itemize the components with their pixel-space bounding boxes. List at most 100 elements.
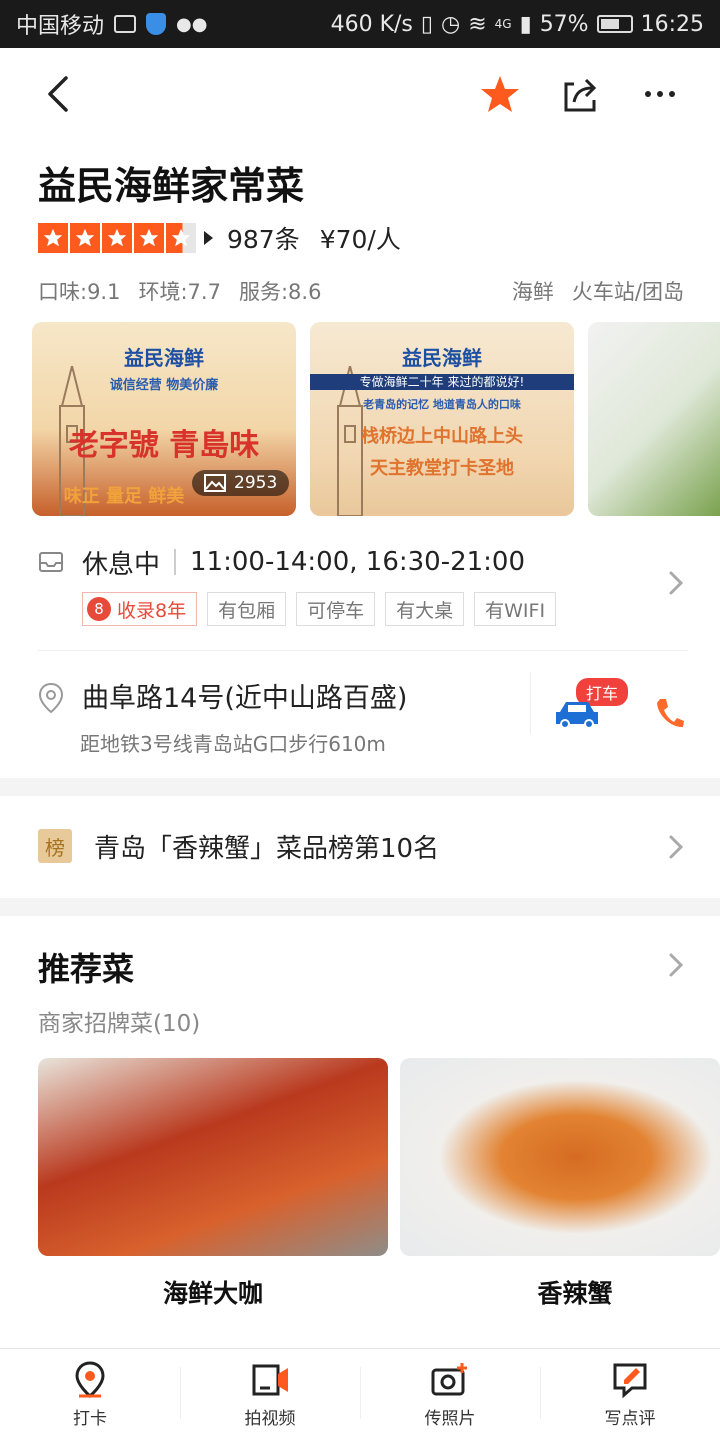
bottom-label: 拍视频 bbox=[244, 1409, 296, 1429]
star-rating bbox=[38, 223, 196, 253]
photo-gallery[interactable]: 益民海鲜 诚信经营 物美价廉 老字號 青島味 味正 量足 鲜美 2953 益民海… bbox=[32, 322, 720, 518]
carrier-label: 中国移动 bbox=[16, 14, 105, 39]
section-gap bbox=[0, 778, 720, 796]
image-icon bbox=[204, 474, 226, 492]
clock: 16:25 bbox=[640, 11, 704, 37]
tag-parking: 可停车 bbox=[296, 592, 376, 626]
wechat-icon: ●● bbox=[176, 13, 208, 35]
area-label[interactable]: 火车站/团岛 bbox=[572, 276, 684, 306]
star-icon bbox=[134, 223, 164, 253]
recommend-title: 推荐菜 bbox=[38, 950, 135, 988]
section-gap bbox=[0, 898, 720, 916]
ranking-icon: 榜 bbox=[38, 829, 72, 863]
chevron-right-icon[interactable] bbox=[668, 952, 684, 978]
phone-icon[interactable] bbox=[654, 696, 684, 730]
status-bar: 中国移动 ●● 460 K/s ▯ ◷ ≋ 4G ▮ 57% 16:25 bbox=[0, 0, 720, 48]
tag-private-room: 有包厢 bbox=[207, 592, 287, 626]
photo-slogan: 老字號 青島味 bbox=[68, 428, 260, 463]
scores-row: 口味:9.1 环境:7.7 服务:8.6 海鲜 火车站/团岛 bbox=[38, 276, 684, 306]
taste-score: 口味:9.1 bbox=[38, 280, 121, 304]
chevron-left-icon bbox=[48, 76, 68, 112]
recorded-badge: 8 bbox=[87, 597, 111, 621]
photo-band: 专做海鲜二十年 来过的都说好! bbox=[310, 374, 574, 390]
network-speed: 460 K/s bbox=[330, 11, 413, 37]
checkin-button[interactable]: 打卡 bbox=[0, 1349, 180, 1440]
star-icon bbox=[70, 223, 100, 253]
dish-image[interactable] bbox=[38, 1058, 388, 1256]
location-icon bbox=[38, 682, 64, 714]
edit-review-icon bbox=[613, 1363, 647, 1399]
signal-icon: ▮ bbox=[519, 11, 532, 37]
address-main[interactable]: 曲阜路14号(近中山路百盛) bbox=[82, 676, 407, 715]
star-icon bbox=[481, 76, 519, 112]
tag-wifi: 有WIFI bbox=[474, 592, 557, 626]
wifi-icon: ≋ bbox=[468, 11, 487, 37]
photo-3[interactable] bbox=[588, 322, 720, 516]
review-count: 987条 bbox=[227, 225, 300, 254]
video-button[interactable]: 拍视频 bbox=[180, 1349, 360, 1440]
triangle-right-icon bbox=[204, 231, 213, 245]
divider bbox=[174, 549, 177, 575]
photo-count-badge[interactable]: 2953 bbox=[192, 470, 290, 496]
tag-large-table: 有大桌 bbox=[385, 592, 465, 626]
address-subway: 距地铁3号线青岛站G口步行610m bbox=[80, 732, 386, 756]
photo-1[interactable]: 益民海鲜 诚信经营 物美价廉 老字號 青島味 味正 量足 鲜美 2953 bbox=[32, 322, 296, 516]
share-icon bbox=[564, 78, 597, 112]
vibrate-icon: ▯ bbox=[420, 11, 433, 37]
upload-photo-button[interactable]: 传照片 bbox=[360, 1349, 540, 1440]
battery-percent: 57% bbox=[539, 11, 589, 37]
alarm-icon: ◷ bbox=[441, 11, 461, 37]
environment-score: 环境:7.7 bbox=[138, 280, 221, 304]
back-button[interactable] bbox=[36, 72, 80, 116]
battery-icon bbox=[596, 15, 633, 33]
tags-row: 8 收录8年 有包厢 可停车 有大桌 有WIFI bbox=[82, 592, 557, 626]
service-score: 服务:8.6 bbox=[238, 280, 322, 304]
half-star-icon bbox=[166, 223, 196, 253]
bottom-label: 写点评 bbox=[604, 1409, 656, 1429]
share-button[interactable] bbox=[558, 72, 602, 116]
camera-icon bbox=[431, 1363, 467, 1396]
bottom-label: 传照片 bbox=[424, 1409, 476, 1429]
shop-name: 益民海鲜家常菜 bbox=[38, 164, 305, 208]
photo-title: 益民海鲜 bbox=[124, 346, 204, 370]
network-type: 4G bbox=[494, 17, 512, 31]
photo-subtitle: 老青岛的记忆 地道青岛人的口味 bbox=[363, 398, 521, 411]
photo-title: 益民海鲜 bbox=[402, 346, 482, 370]
photo-count: 2953 bbox=[234, 473, 278, 493]
photo-slogan: 栈桥边上中山路上头 bbox=[361, 426, 523, 447]
more-button[interactable] bbox=[638, 72, 682, 116]
divider bbox=[530, 672, 531, 734]
dish-name[interactable]: 海鲜大咖 bbox=[38, 1274, 388, 1310]
ranking-text: 青岛「香辣蟹」菜品榜第10名 bbox=[94, 833, 440, 864]
hours-time: 11:00-14:00, 16:30-21:00 bbox=[190, 547, 526, 577]
taxi-car-icon[interactable] bbox=[554, 696, 600, 730]
chevron-right-icon[interactable] bbox=[668, 570, 684, 596]
star-icon bbox=[38, 223, 68, 253]
chevron-right-icon[interactable] bbox=[668, 834, 684, 860]
hours-status: 休息中 bbox=[82, 549, 161, 580]
avg-price: ¥70/人 bbox=[319, 225, 401, 254]
shop-icon bbox=[39, 552, 63, 572]
dish-name[interactable]: 香辣蟹 bbox=[400, 1274, 720, 1310]
video-icon bbox=[252, 1364, 288, 1396]
bottom-label: 打卡 bbox=[73, 1409, 107, 1429]
activity-icon bbox=[114, 15, 137, 33]
top-nav bbox=[0, 48, 720, 140]
photo-slogan-2: 天主教堂打卡圣地 bbox=[370, 458, 514, 479]
write-review-button[interactable]: 写点评 bbox=[540, 1349, 720, 1440]
favorite-button[interactable] bbox=[478, 72, 522, 116]
bottom-action-bar: 打卡 拍视频 传照片 写点评 bbox=[0, 1348, 720, 1440]
recorded-tag: 8 收录8年 bbox=[82, 592, 198, 626]
shield-icon bbox=[146, 13, 167, 35]
dish-image[interactable] bbox=[400, 1058, 720, 1256]
photo-subtitle: 诚信经营 物美价廉 bbox=[109, 378, 219, 393]
photo-2[interactable]: 益民海鲜 专做海鲜二十年 来过的都说好! 老青岛的记忆 地道青岛人的口味 栈桥边… bbox=[310, 322, 574, 516]
more-icon bbox=[645, 91, 675, 97]
category-label[interactable]: 海鲜 bbox=[512, 276, 554, 306]
recorded-label: 收录8年 bbox=[117, 599, 187, 622]
rating-row[interactable]: 987条 ¥70/人 bbox=[38, 218, 401, 258]
hours-row[interactable]: 休息中 11:00-14:00, 16:30-21:00 bbox=[38, 540, 688, 584]
star-icon bbox=[102, 223, 132, 253]
divider bbox=[38, 650, 688, 651]
ranking-row[interactable]: 榜 青岛「香辣蟹」菜品榜第10名 bbox=[38, 826, 688, 866]
